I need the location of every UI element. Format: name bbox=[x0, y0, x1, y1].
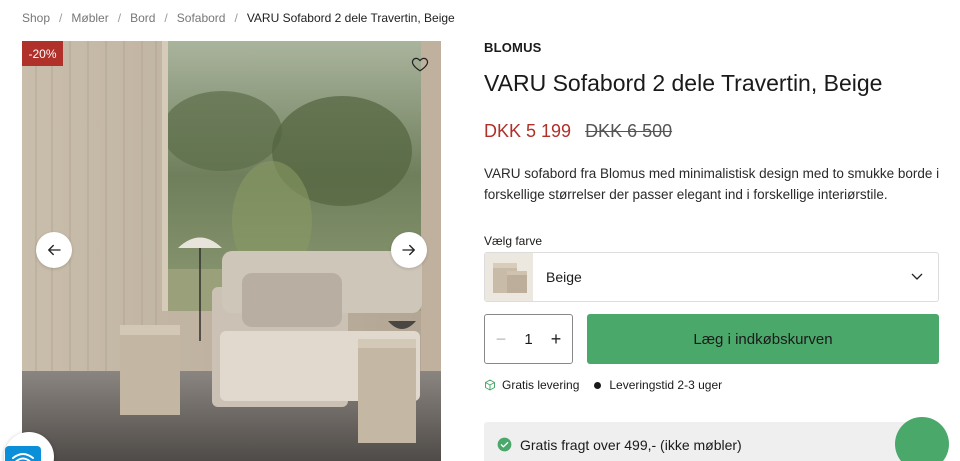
shipping-info: Gratis levering Leveringstid 2-3 uger bbox=[484, 378, 722, 392]
plus-icon[interactable]: + bbox=[548, 330, 564, 348]
breadcrumb-mobler[interactable]: Møbler bbox=[71, 11, 108, 25]
sale-price: DKK 5 199 bbox=[484, 121, 572, 141]
product-title: VARU Sofabord 2 dele Travertin, Beige bbox=[484, 70, 883, 96]
heart-icon[interactable] bbox=[411, 55, 429, 73]
color-select[interactable]: Beige bbox=[484, 252, 939, 302]
package-icon bbox=[485, 379, 495, 391]
gallery-next-button[interactable] bbox=[391, 232, 427, 268]
delivery-time-text: Leveringstid 2-3 uger bbox=[609, 378, 723, 392]
free-delivery-text: Gratis levering bbox=[502, 378, 580, 392]
breadcrumb-separator: / bbox=[234, 11, 238, 25]
breadcrumb-sofabord[interactable]: Sofabord bbox=[177, 11, 226, 25]
product-description: VARU sofabord fra Blomus med minimalisti… bbox=[484, 166, 940, 202]
status-dot-icon bbox=[594, 381, 602, 389]
gallery-prev-button[interactable] bbox=[36, 232, 72, 268]
arrow-right-icon bbox=[402, 244, 415, 256]
breadcrumb-separator: / bbox=[164, 11, 168, 25]
chevron-down-icon bbox=[911, 273, 923, 280]
color-swatch-thumbnail bbox=[485, 253, 533, 301]
add-to-cart-button[interactable]: Læg i indkøbskurven bbox=[587, 314, 939, 364]
product-brand[interactable]: BLOMUS bbox=[484, 40, 542, 55]
chat-help-button[interactable] bbox=[895, 417, 949, 461]
quantity-stepper: − 1 + bbox=[484, 314, 573, 364]
color-label: Vælg farve bbox=[484, 234, 543, 248]
free-shipping-text: Gratis fragt over 499,- (ikke møbler) bbox=[520, 436, 742, 453]
breadcrumb-current: VARU Sofabord 2 dele Travertin, Beige bbox=[246, 11, 455, 25]
wifi-icon bbox=[12, 453, 34, 461]
discount-badge: -20% bbox=[22, 41, 63, 66]
breadcrumb-shop[interactable]: Shop bbox=[22, 11, 50, 25]
check-circle-icon bbox=[497, 437, 512, 452]
free-shipping-banner: Gratis fragt over 499,- (ikke møbler) bbox=[484, 422, 939, 461]
price-row: DKK 5 199 DKK 6 500 bbox=[484, 121, 672, 142]
breadcrumb-bord[interactable]: Bord bbox=[130, 11, 155, 25]
minus-icon[interactable]: − bbox=[493, 330, 509, 348]
product-image bbox=[22, 41, 441, 461]
breadcrumb-separator: / bbox=[117, 11, 122, 25]
product-gallery[interactable]: -20% bbox=[22, 41, 441, 461]
quantity-value[interactable]: 1 bbox=[524, 331, 532, 348]
arrow-left-icon bbox=[48, 244, 61, 256]
breadcrumb-separator: / bbox=[59, 11, 63, 25]
original-price: DKK 6 500 bbox=[585, 121, 673, 141]
color-select-value: Beige bbox=[546, 269, 582, 285]
breadcrumb: Shop / Møbler / Bord / Sofabord / VARU S… bbox=[22, 11, 455, 25]
